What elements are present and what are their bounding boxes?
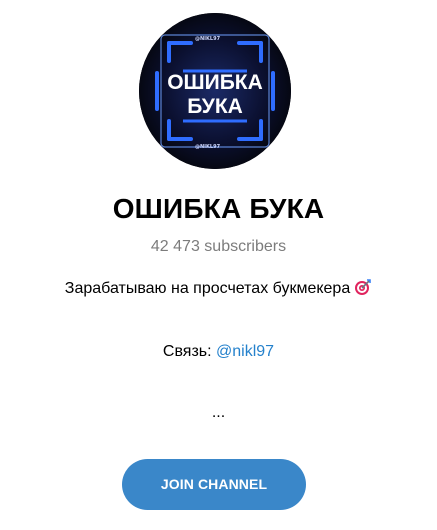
avatar-text-line1: ОШИБКА	[167, 71, 263, 94]
contact-label: Связь:	[162, 343, 217, 360]
avatar-text-line2: БУКА	[187, 95, 243, 118]
target-icon	[354, 278, 372, 296]
channel-avatar: @NIKL97 @NIKL97 ОШИБКА БУКА	[139, 13, 291, 169]
contact-line: Связь: @nikl97	[0, 341, 437, 363]
channel-title: ОШИБКА БУКА	[112, 193, 325, 224]
channel-card: @NIKL97 @NIKL97 ОШИБКА БУКА ОШИБКА БУКА …	[0, 0, 437, 530]
contact-link[interactable]: @nikl97	[216, 343, 274, 360]
avatar-frame-text-bottom: @NIKL97	[195, 144, 221, 150]
channel-description: Зарабатываю на просчетах букмекера	[0, 278, 437, 300]
description-text: Зарабатываю на просчетах букмекера	[64, 280, 351, 297]
description-ellipsis: ...	[211, 404, 226, 421]
join-channel-button[interactable]: JOIN CHANNEL	[122, 459, 306, 510]
subscriber-count: 42 473 subscribers	[150, 238, 287, 255]
avatar-frame-text-top: @NIKL97	[195, 36, 221, 42]
